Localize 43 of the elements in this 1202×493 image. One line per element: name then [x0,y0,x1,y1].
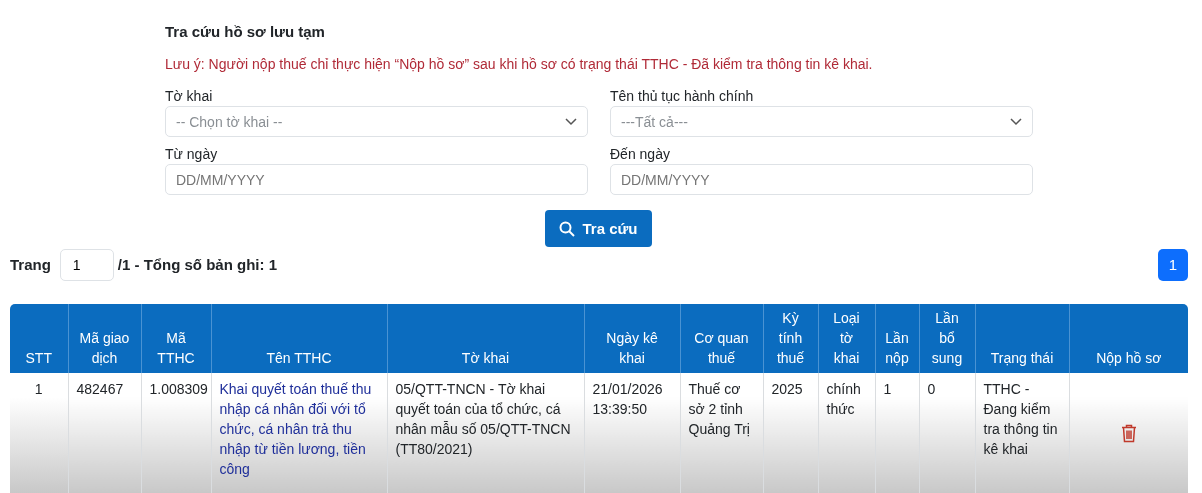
field-label: Tờ khai [165,88,214,104]
table-cell: 21/01/2026 13:39:50 [584,373,680,493]
column-header: Trạng thái [975,304,1069,373]
chevron-down-icon [1010,117,1022,126]
column-header: Kỳ tính thuế [763,304,818,373]
column-header: Mã giao dịch [68,304,141,373]
column-header: Loại tờ khai [818,304,875,373]
dropdown[interactable]: ---Tất cả--- [610,106,1033,137]
column-header: Ngày kê khai [584,304,680,373]
search-icon [559,220,576,237]
column-header: Cơ quan thuế [680,304,763,373]
table-cell: TTHC - Đang kiểm tra thông tin kê khai [975,373,1069,493]
table-cell: chính thức [818,373,875,493]
note-text: Lưu ý: Người nộp thuế chỉ thực hiện “Nộp hồ sơ” sau khi hồ sơ có trạng thái TTHC - Đã kiểm tra thông tin kê khai. [165,56,874,72]
column-header: Mã TTHC [141,304,211,373]
table-cell: 482467 [68,373,141,493]
dropdown[interactable]: -- Chọn tờ khai -- [165,106,588,137]
table-cell: 0 [919,373,975,493]
table-cell: 1 [10,373,68,493]
field-label: Tên thủ tục hành chính [610,88,755,104]
table-cell: 1 [875,373,919,493]
column-header: STT [10,304,68,373]
record-count: /1 - Tổng số bản ghi: 1 [117,256,277,273]
page-button[interactable]: 1 [1158,248,1188,281]
field-label: Đến ngày [610,146,671,162]
column-header: Tờ khai [387,304,584,373]
date-field[interactable]: DD/MM/YYYY [610,164,1033,195]
column-header: Nộp hồ sơ [1069,304,1188,373]
chevron-down-icon [565,117,577,126]
page-label: Trang [10,256,51,273]
column-header: Lần bổ sung [919,304,975,373]
page-title: Tra cứu hồ sơ lưu tạm [165,22,326,40]
column-header: Tên TTHC [211,304,387,373]
field-label: Từ ngày [165,146,219,162]
table-cell: 05/QTT-TNCN - Tờ khai quyết toán của tổ chức, cá nhân mẫu số 05/QTT-TNCN (TT80/2021) [387,373,584,493]
page-number-field[interactable]: 1 [59,248,114,281]
column-header: Lần nộp [875,304,919,373]
date-field[interactable]: DD/MM/YYYY [165,164,588,195]
table-cell: Thuế cơ sở 2 tỉnh Quảng Trị [680,373,763,493]
table-cell: 2025 [763,373,818,493]
trash-icon[interactable] [1120,424,1137,443]
search-button[interactable]: Tra cứu [545,210,652,247]
table-cell: 1.008309 [141,373,211,493]
